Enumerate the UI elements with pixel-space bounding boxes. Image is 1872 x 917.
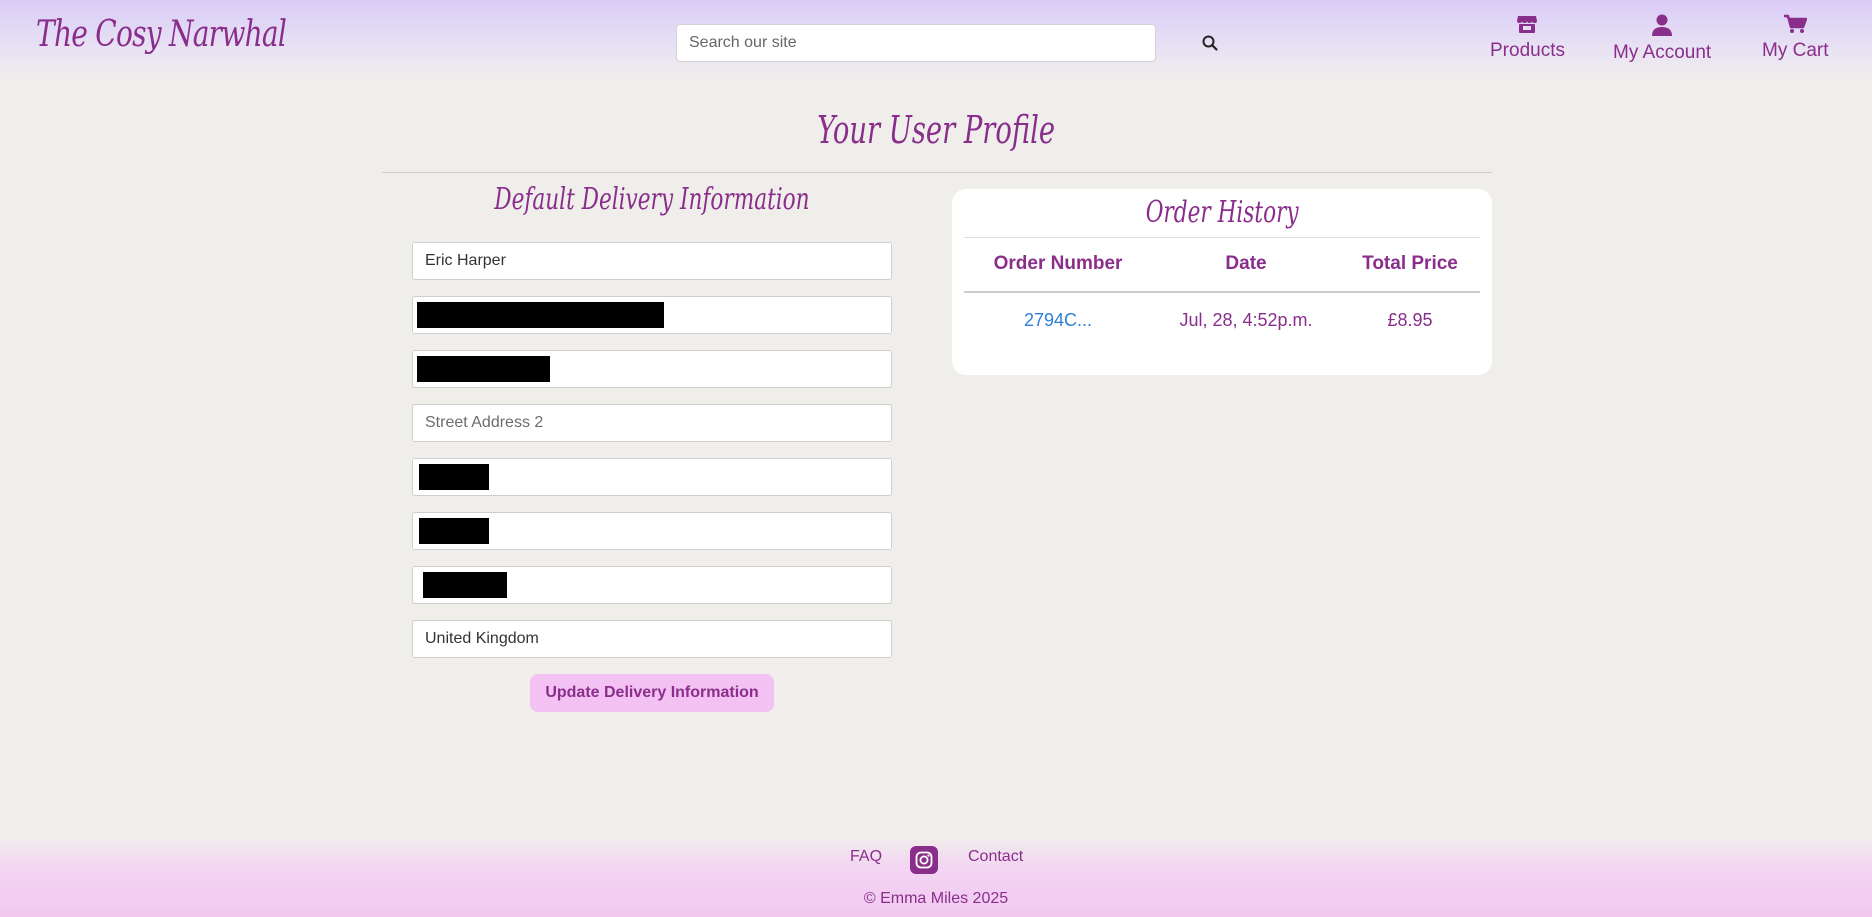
instagram-icon <box>915 851 933 869</box>
store-icon <box>1517 16 1538 33</box>
order-history-heading: Order History <box>952 195 1492 230</box>
order-total: £8.95 <box>1387 310 1433 330</box>
nav-my-cart-label: My Cart <box>1762 40 1829 61</box>
full-name-field[interactable] <box>412 242 892 280</box>
site-logo[interactable]: The Cosy Narwhal <box>36 14 287 55</box>
column-header-date: Date <box>1225 253 1267 274</box>
order-number-link[interactable]: 2794C... <box>964 310 1152 331</box>
nav-my-account-label: My Account <box>1613 42 1712 63</box>
country-field[interactable] <box>412 620 892 658</box>
order-date: Jul, 28, 4:52p.m. <box>1179 310 1313 330</box>
user-icon <box>1652 14 1673 36</box>
order-divider <box>964 237 1480 238</box>
site-header: The Cosy Narwhal Products My Account My … <box>0 0 1872 84</box>
street-address-2-field[interactable] <box>412 404 892 442</box>
delivery-heading: Default Delivery Information <box>412 182 892 217</box>
copyright-text: © Emma Miles 2025 <box>863 890 1009 907</box>
redacted-block <box>423 572 507 598</box>
nav-my-account[interactable]: My Account <box>1613 14 1711 64</box>
nav-products[interactable]: Products <box>1490 14 1565 62</box>
order-history-heading-text: Order History <box>1145 195 1299 230</box>
instagram-link[interactable] <box>910 846 938 874</box>
update-delivery-button[interactable]: Update Delivery Information <box>530 674 774 712</box>
search-input[interactable] <box>676 24 1156 62</box>
faq-link[interactable]: FAQ <box>850 848 882 866</box>
title-divider <box>382 172 1492 173</box>
cart-icon <box>1784 14 1808 33</box>
search-icon <box>1202 35 1218 51</box>
page-title-text: Your User Profile <box>817 108 1055 152</box>
redacted-block <box>419 518 489 544</box>
search-button[interactable] <box>1188 24 1232 62</box>
page-title: Your User Profile <box>0 108 1872 152</box>
order-history-card: Order History Order Number Date Total Pr… <box>952 189 1492 375</box>
column-header-total-price: Total Price <box>1362 253 1458 274</box>
delivery-heading-text: Default Delivery Information <box>494 182 810 217</box>
nav-my-cart[interactable]: My Cart <box>1762 14 1829 62</box>
nav-products-label: Products <box>1490 40 1565 61</box>
contact-link[interactable]: Contact <box>968 848 1023 866</box>
column-header-order-number: Order Number <box>993 253 1123 274</box>
redacted-block <box>417 356 550 382</box>
redacted-block <box>419 464 489 490</box>
redacted-block <box>417 302 664 328</box>
table-header-divider <box>964 291 1480 293</box>
